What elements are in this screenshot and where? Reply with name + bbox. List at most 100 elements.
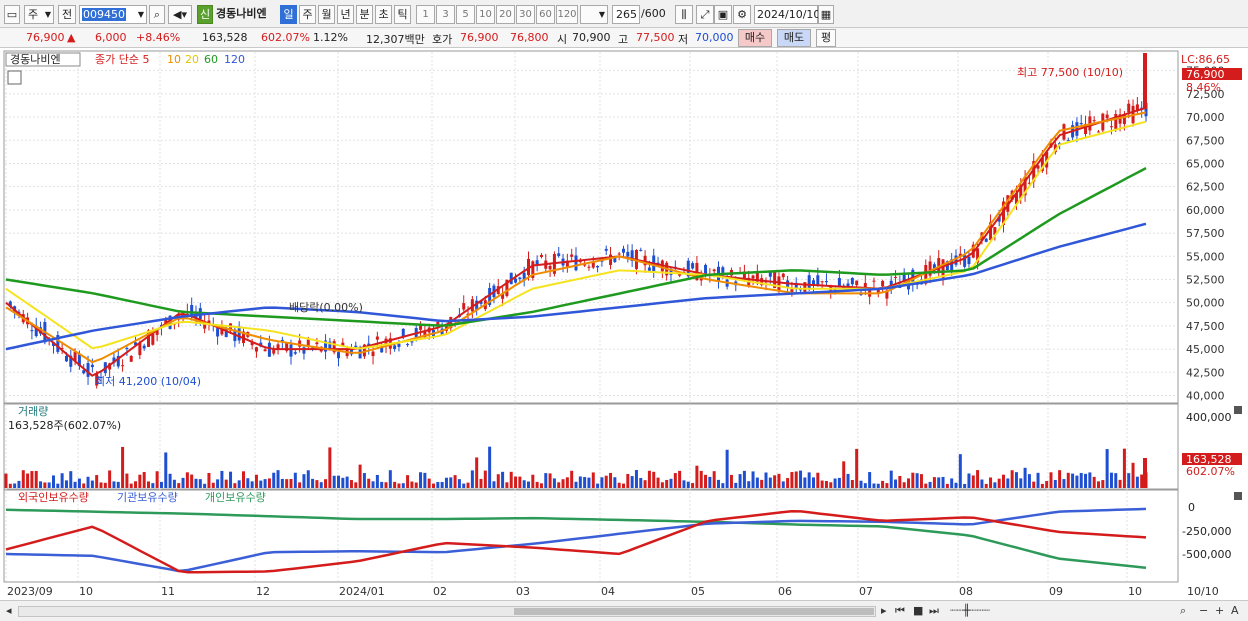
volume-panel-close-icon[interactable]	[1234, 406, 1242, 414]
volume-axis-label: 400,000	[1186, 411, 1232, 424]
volume-bar	[470, 470, 474, 488]
x-tick-label: 10	[1128, 585, 1142, 598]
volume-bar	[794, 471, 798, 488]
volume-bar	[492, 481, 496, 488]
volume-bar	[751, 471, 755, 488]
holding-panel-close-icon[interactable]	[1234, 492, 1242, 500]
search-icon[interactable]: ⌕	[149, 5, 165, 24]
volume-bar	[673, 473, 677, 488]
save-icon[interactable]: ▣	[714, 5, 732, 24]
volume-bar	[436, 481, 440, 488]
price-tick-label: 62,500	[1186, 181, 1225, 194]
volume-bar	[1092, 476, 1096, 488]
period-minute[interactable]: 분	[356, 5, 373, 24]
volume-bar	[656, 477, 660, 488]
font-size-icon[interactable]: A	[1231, 604, 1239, 617]
volume-bar	[358, 464, 362, 488]
eval-button[interactable]: 평	[816, 29, 836, 47]
scroll-left-icon[interactable]: ◂	[6, 604, 12, 617]
volume-bar	[440, 481, 444, 488]
volume-bar	[695, 465, 699, 488]
quote-bar: 76,900 ▲ 6,000 +8.46% 163,528 602.07% 1.…	[0, 28, 1248, 48]
volume-bar	[557, 482, 561, 488]
legend-stock-name: 경동나비엔	[10, 53, 61, 66]
window-icon[interactable]: ▭	[4, 5, 20, 24]
date-input[interactable]: 2024/10/10	[754, 5, 820, 24]
volume-bar	[907, 478, 910, 488]
volume-bar	[39, 481, 43, 488]
interval-120[interactable]: 120	[556, 5, 578, 24]
volume-bar	[755, 477, 759, 488]
scroll-right-icon[interactable]: ▸	[881, 604, 887, 617]
data-count-input[interactable]: 265	[612, 5, 640, 24]
volume-bar	[617, 482, 621, 488]
stop-icon[interactable]: ■	[913, 604, 923, 617]
x-tick-label: 2023/09	[7, 585, 53, 598]
zoom-in-icon[interactable]: +	[1215, 604, 1224, 617]
bottom-bar: ◂ ▸ ⏮ ■ ⏭ ┈┈╫┈┈┈ ⌕ − + A	[0, 600, 1248, 621]
interval-3[interactable]: 3	[436, 5, 455, 24]
volume-bar	[1053, 479, 1057, 488]
candle-body	[617, 253, 621, 255]
volume-bar	[544, 473, 548, 488]
candle-body	[837, 277, 841, 287]
slider-icon[interactable]: ┈┈╫┈┈┈	[950, 604, 990, 617]
period-second[interactable]: 초	[375, 5, 392, 24]
period-day[interactable]: 일	[280, 5, 297, 24]
rewind-icon[interactable]: ⏮	[895, 604, 905, 618]
period-month[interactable]: 월	[318, 5, 335, 24]
interval-custom-select[interactable]: ▼	[580, 5, 608, 24]
volume-bar	[60, 473, 64, 488]
prev-button[interactable]: 전	[58, 5, 76, 24]
interval-20[interactable]: 20	[496, 5, 515, 24]
volume-bar	[488, 446, 492, 488]
volume-bar	[725, 449, 729, 488]
volume-bar	[609, 472, 613, 488]
volume-bar	[319, 482, 323, 488]
volume-bar	[237, 480, 241, 488]
volume-bar	[116, 481, 120, 488]
interval-1[interactable]: 1	[416, 5, 435, 24]
new-listing-badge: 신	[197, 5, 213, 24]
candle-body	[691, 263, 695, 269]
volume-bar	[1101, 480, 1105, 488]
price-tick-label: 45,000	[1186, 343, 1225, 356]
candle-body	[401, 328, 405, 337]
draw-tool-icon[interactable]: ⤢	[696, 5, 714, 24]
interval-5[interactable]: 5	[456, 5, 475, 24]
interval-60[interactable]: 60	[536, 5, 555, 24]
zoom-out-icon[interactable]: −	[1199, 604, 1208, 617]
speaker-icon[interactable]: ◀▾	[168, 5, 192, 24]
scrollbar-thumb[interactable]	[514, 608, 874, 615]
chart-svg[interactable]: 40,000 42,500 45,000 47,500 50,000 52,500 55,0…	[0, 49, 1248, 600]
period-tick[interactable]: 틱	[394, 5, 411, 24]
volume-bar	[349, 480, 353, 488]
volume-title: 거래량	[18, 405, 48, 418]
gear-icon[interactable]: ⚙	[733, 5, 751, 24]
period-year[interactable]: 년	[337, 5, 354, 24]
sell-button[interactable]: 매도	[777, 29, 811, 47]
volume-bar	[686, 481, 690, 488]
price-tick-label: 67,500	[1186, 134, 1225, 147]
zoom-icon[interactable]: ⌕	[1180, 604, 1186, 618]
period-week[interactable]: 주	[299, 5, 316, 24]
market-type-select[interactable]: 주 ▼	[24, 5, 54, 24]
chart-area[interactable]: 40,000 42,500 45,000 47,500 50,000 52,500 55,0…	[0, 49, 1248, 600]
volume-bar	[868, 472, 872, 488]
stock-code-input[interactable]: 009450 ▼	[79, 5, 147, 24]
volume-bar	[842, 461, 846, 488]
horizontal-scrollbar[interactable]	[18, 606, 876, 617]
buy-button[interactable]: 매수	[738, 29, 772, 47]
x-tick-label: 2024/01	[339, 585, 385, 598]
volume-bar	[902, 482, 906, 488]
volume-bar	[924, 483, 928, 488]
candle-type-icon[interactable]: ⫼	[675, 5, 693, 24]
grid-toggle-icon[interactable]	[7, 70, 22, 85]
fast-forward-icon[interactable]: ⏭	[929, 604, 939, 618]
interval-30[interactable]: 30	[516, 5, 535, 24]
volume-bar	[211, 482, 215, 488]
candle-body	[30, 330, 34, 332]
calendar-icon[interactable]: ▦	[818, 5, 834, 24]
legend-ma: 종가 단순 5	[95, 53, 149, 66]
interval-10[interactable]: 10	[476, 5, 495, 24]
